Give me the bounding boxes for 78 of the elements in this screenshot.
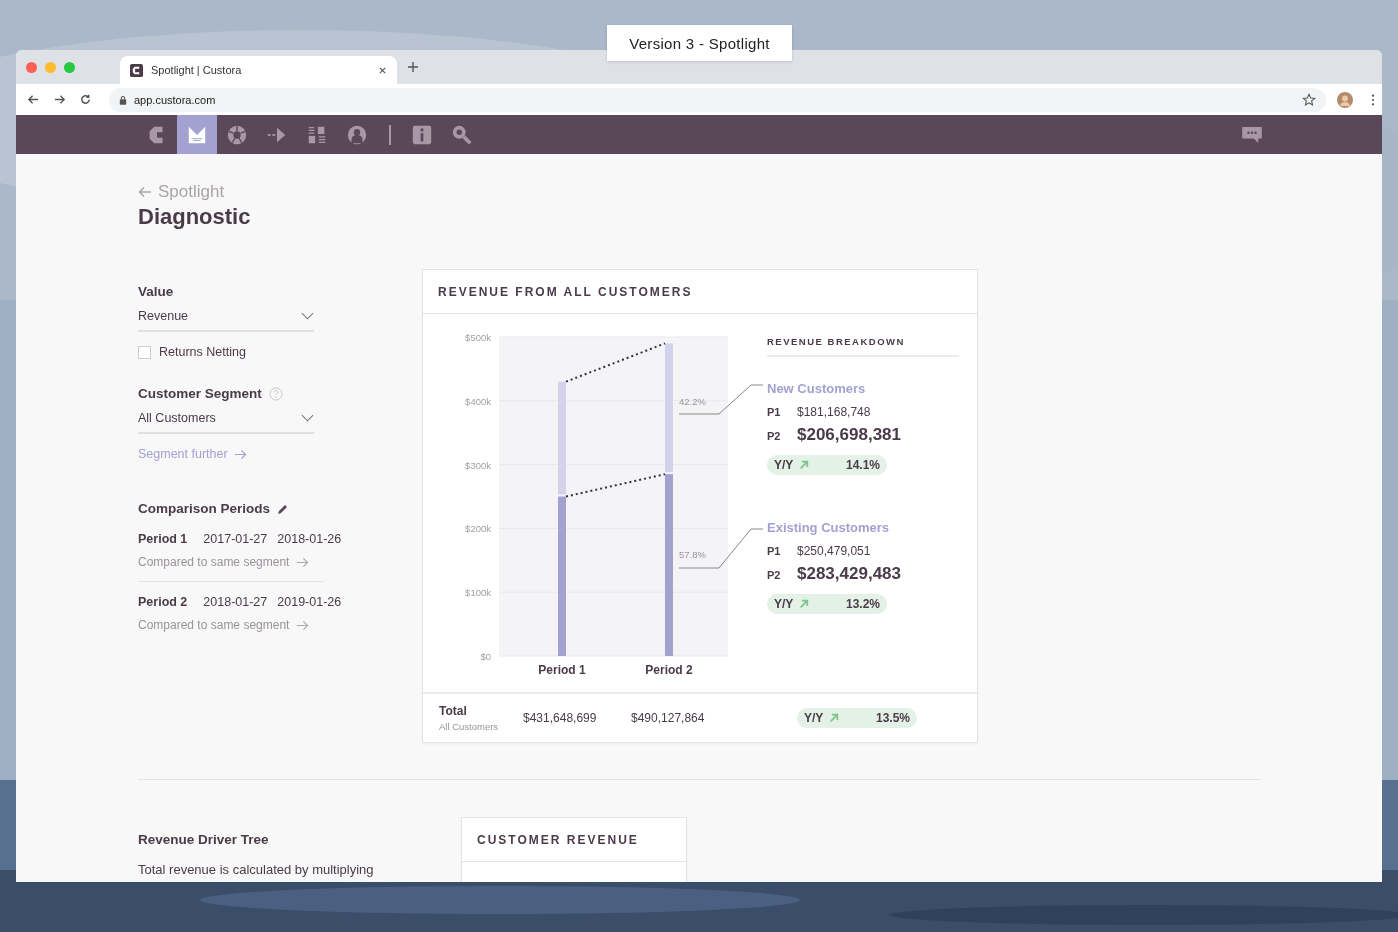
new-tab-icon[interactable] bbox=[407, 61, 419, 73]
value-dropdown[interactable]: Revenue bbox=[138, 301, 314, 332]
category-label: Period 2 bbox=[645, 663, 693, 677]
search-icon bbox=[451, 123, 473, 146]
arrow-right-icon bbox=[233, 448, 247, 460]
chat-icon[interactable] bbox=[1242, 126, 1262, 143]
arrow-up-right-icon bbox=[799, 460, 810, 470]
menu-icon[interactable] bbox=[1371, 93, 1375, 106]
chevron-down-icon bbox=[301, 414, 314, 422]
period-name: Period 1 bbox=[138, 532, 188, 546]
breakdown-title: REVENUE BREAKDOWN bbox=[767, 336, 959, 357]
arrow-right-icon bbox=[296, 556, 310, 568]
axis-label: $0 bbox=[480, 651, 491, 662]
close-icon[interactable] bbox=[378, 65, 387, 75]
period-1-value: $181,168,748 bbox=[797, 405, 871, 419]
nav-item[interactable] bbox=[177, 115, 217, 154]
period-2-value: $206,698,381 bbox=[797, 425, 901, 445]
period-name: Period 2 bbox=[138, 595, 188, 609]
category-label: Period 1 bbox=[538, 663, 586, 677]
page-title: Diagnostic bbox=[138, 204, 252, 230]
section-title: Revenue Driver Tree bbox=[138, 832, 270, 847]
period-start: 2018-01-27 bbox=[203, 595, 268, 609]
growth-badge: Y/Y 13.5% bbox=[797, 708, 917, 728]
period-label: P2 bbox=[767, 569, 782, 581]
field-label: Customer Segment bbox=[138, 386, 262, 401]
axis-label: $200k bbox=[465, 523, 491, 535]
axis-label: $400k bbox=[465, 395, 491, 407]
period-label: P2 bbox=[767, 430, 782, 442]
total-sublabel: All Customers bbox=[439, 721, 500, 732]
field-label: Value bbox=[138, 284, 175, 299]
checkbox[interactable] bbox=[138, 345, 151, 359]
period-end: 2019-01-26 bbox=[277, 595, 342, 609]
browser-tab[interactable]: Spotlight | Custora bbox=[120, 56, 397, 84]
card-title: CUSTOMER REVENUE bbox=[462, 818, 686, 862]
lock-icon bbox=[119, 94, 127, 105]
back-icon[interactable] bbox=[27, 93, 40, 106]
period-1-total: $431,648,699 bbox=[523, 711, 598, 725]
axis-label: $300k bbox=[465, 459, 491, 471]
period-start: 2017-01-27 bbox=[203, 532, 268, 546]
period-1-value: $250,479,051 bbox=[797, 544, 871, 558]
period-2-value: $283,429,483 bbox=[797, 564, 901, 584]
period-label: P1 bbox=[767, 545, 782, 557]
percent-label: 42.2% bbox=[679, 396, 706, 407]
person-icon bbox=[346, 123, 368, 146]
arrow-up-right-icon bbox=[829, 713, 840, 723]
star-icon[interactable] bbox=[1302, 92, 1316, 107]
address-bar[interactable]: app.custora.com bbox=[109, 87, 1326, 112]
avatar-icon[interactable] bbox=[1337, 91, 1353, 108]
card-title: REVENUE FROM ALL CUSTOMERS bbox=[423, 270, 977, 314]
growth-badge: Y/Y 13.2% bbox=[767, 594, 887, 614]
axis-label: $500k bbox=[465, 332, 491, 343]
growth-badge: Y/Y 14.1% bbox=[767, 455, 887, 475]
percent-label: 57.8% bbox=[679, 549, 706, 560]
checkbox-label: Returns Netting bbox=[159, 345, 246, 359]
total-label: Total bbox=[439, 704, 468, 718]
segment-name: Existing Customers bbox=[767, 520, 891, 535]
maximize-window-icon[interactable] bbox=[64, 61, 75, 73]
description-text: Total revenue is calculated by multiplying bbox=[138, 862, 375, 877]
close-window-icon[interactable] bbox=[26, 61, 37, 73]
arrow-right-icon bbox=[296, 619, 310, 631]
info-icon bbox=[411, 123, 433, 146]
period-end: 2018-01-26 bbox=[277, 532, 342, 546]
logo-icon bbox=[130, 63, 143, 77]
tab-title: Spotlight | Custora bbox=[151, 64, 243, 76]
pencil-icon[interactable] bbox=[277, 502, 290, 515]
reload-icon[interactable] bbox=[79, 93, 92, 106]
ring-icon bbox=[226, 123, 248, 146]
back-arrow-icon bbox=[138, 186, 152, 198]
arrow-up-right-icon bbox=[799, 599, 810, 609]
period-label: P1 bbox=[767, 406, 782, 418]
segment-dropdown[interactable]: All Customers bbox=[138, 403, 314, 434]
section-title: Comparison Periods bbox=[138, 501, 271, 516]
period-2-total: $490,127,864 bbox=[631, 711, 706, 725]
axis-label: $100k bbox=[465, 587, 491, 599]
version-caption: Version 3 - Spotlight bbox=[607, 25, 792, 61]
chevron-down-icon bbox=[301, 312, 314, 320]
segment-name: New Customers bbox=[767, 381, 867, 396]
forward-icon[interactable] bbox=[53, 93, 66, 106]
